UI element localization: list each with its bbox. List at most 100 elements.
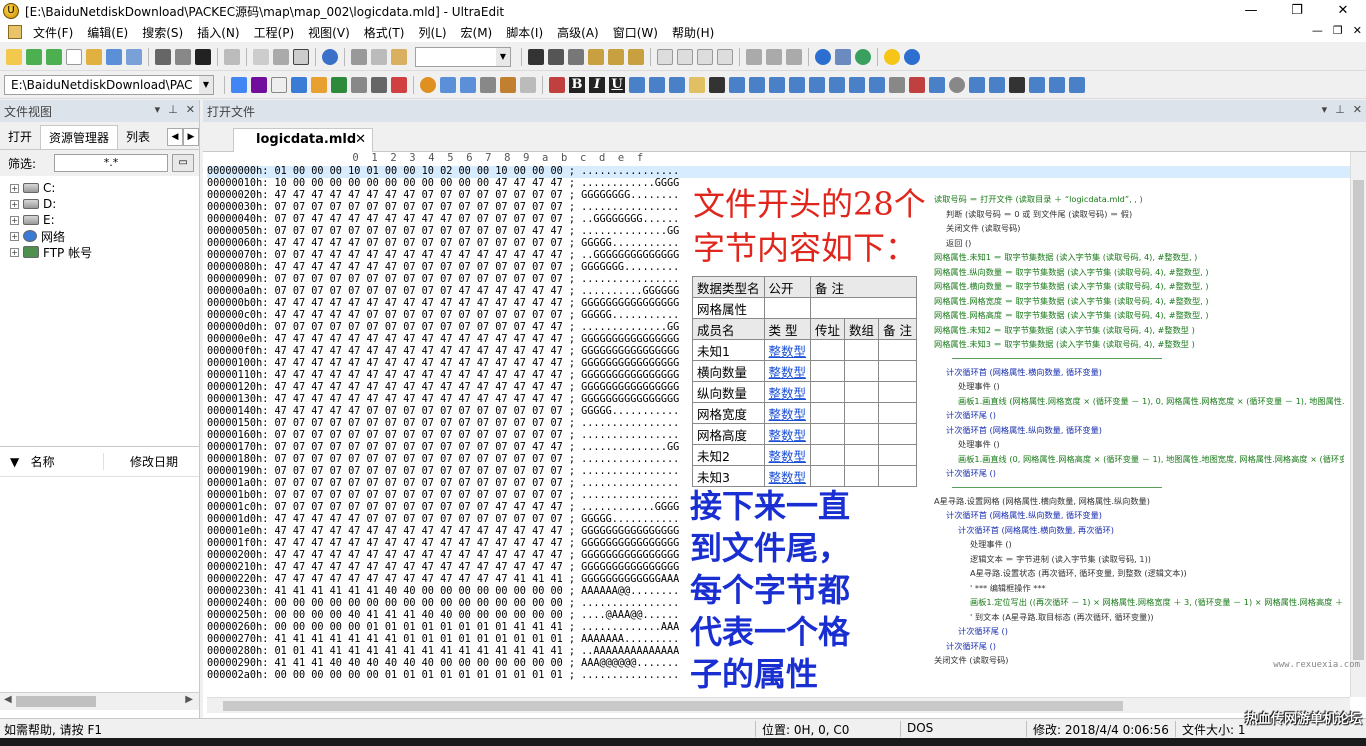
close-button[interactable]: ✕ [1320,0,1366,22]
scroll-thumb[interactable] [16,696,96,707]
style-icon[interactable] [1049,76,1065,93]
open-icon[interactable] [6,48,22,65]
perl-icon[interactable] [351,76,367,93]
save-icon[interactable] [106,48,122,65]
document-icon[interactable] [8,25,22,39]
anchor-icon[interactable] [1009,76,1025,93]
div-icon[interactable] [749,76,765,93]
replace-icon[interactable] [588,48,604,65]
indent-icon[interactable] [669,76,685,93]
button-icon[interactable] [869,76,885,93]
scroll-thumb[interactable] [1353,180,1364,660]
menu-search[interactable]: 搜索(S) [135,24,190,41]
doc-icon[interactable] [520,76,536,93]
hex-line[interactable]: 00000000h: 01 00 00 00 10 01 00 00 10 02… [207,166,1350,178]
image-icon[interactable] [480,76,496,93]
table-icon[interactable] [549,76,565,93]
expand-icon[interactable]: + [10,247,19,257]
tab-list[interactable]: 列表 [118,125,158,149]
font-icon[interactable] [195,48,211,65]
tip-icon[interactable] [884,48,900,65]
windows-icon[interactable] [391,76,407,93]
menu-window[interactable]: 窗口(W) [606,24,665,41]
list-icon[interactable] [629,76,645,93]
search-combo[interactable]: ▼ [415,46,511,67]
tree-item-c[interactable]: + C: [0,180,199,196]
chevron-down-icon[interactable]: ▼ [199,75,213,94]
doc-minimize-icon[interactable]: — [1312,24,1323,37]
checkbox-icon[interactable] [929,76,945,93]
paragraph-icon[interactable] [253,48,269,65]
color-picker-icon[interactable] [420,76,436,93]
hr-icon[interactable] [889,76,905,93]
google-search-icon[interactable] [231,76,247,93]
expand-icon[interactable]: + [10,199,19,209]
expand-icon[interactable]: + [10,231,19,241]
doc-close-icon[interactable]: ✕ [1353,24,1362,37]
copy-icon[interactable] [371,48,387,65]
script-icon[interactable] [1029,76,1045,93]
menu-column[interactable]: 列(L) [411,24,453,41]
chevron-down-icon[interactable]: ▼ [496,47,510,66]
settings-icon[interactable] [835,48,851,65]
back-icon[interactable] [26,48,42,65]
text-color-icon[interactable] [709,76,725,93]
justify-icon[interactable] [717,48,733,65]
align-left-icon[interactable] [657,48,673,65]
bold-icon[interactable]: B [569,76,585,93]
help-icon[interactable] [904,48,920,65]
replace-in-files-icon[interactable] [628,48,644,65]
scroll-left-icon[interactable]: ◀ [4,694,12,705]
find-in-files-icon[interactable] [608,48,624,65]
html-icon[interactable] [440,76,456,93]
frame-icon[interactable] [969,76,985,93]
ftp-icon[interactable] [322,48,338,65]
refresh-icon[interactable] [855,48,871,65]
column-mode-icon[interactable] [273,48,289,65]
underline-icon[interactable]: U [609,76,625,93]
vertical-scrollbar[interactable] [1350,152,1366,697]
pane-close-icon[interactable]: ✕ [1353,103,1362,116]
stop-icon[interactable] [909,76,925,93]
forward-icon[interactable] [46,48,62,65]
doc-restore-icon[interactable]: ❐ [1333,24,1343,37]
menu-format[interactable]: 格式(T) [357,24,412,41]
msdn-icon[interactable] [291,76,307,93]
scroll-thumb[interactable] [223,701,1123,711]
column-name[interactable]: ▼ 名称 [0,453,104,470]
pane-menu-icon[interactable]: ▾ [155,103,161,116]
python-icon[interactable] [371,76,387,93]
expand-icon[interactable]: + [10,215,19,225]
numbered-list-icon[interactable] [649,76,665,93]
scroll-right-icon[interactable]: ▶ [185,694,193,705]
print-icon[interactable] [155,48,171,65]
link-icon[interactable] [460,76,476,93]
browser-icon[interactable] [815,48,831,65]
menu-project[interactable]: 工程(P) [247,24,302,41]
maximize-button[interactable]: ❐ [1274,0,1320,22]
php-icon[interactable] [311,76,327,93]
align-center-icon[interactable] [677,48,693,65]
new-file-icon[interactable] [66,48,82,65]
filter-input[interactable]: *.* [54,154,169,172]
tab-explorer[interactable]: 资源管理器 [40,125,119,149]
menu-macro[interactable]: 宏(M) [454,24,500,41]
filter-folder-icon[interactable]: ▭ [172,154,195,172]
save-all-icon[interactable] [126,48,142,65]
tab-prev-icon[interactable]: ◀ [167,128,183,146]
menu-insert[interactable]: 插入(N) [190,24,246,41]
tab-logicdata[interactable]: logicdata.mld ✕ [233,128,373,152]
file-path-combo[interactable]: E:\BaiduNetdiskDownload\PAC ▼ [4,74,214,95]
tab-next-icon[interactable]: ▶ [183,128,199,146]
cut-icon[interactable] [351,48,367,65]
image-map-icon[interactable] [989,76,1005,93]
wikipedia-icon[interactable] [271,76,287,93]
pane-menu-icon[interactable]: ▾ [1322,103,1328,116]
meta-icon[interactable] [1069,76,1085,93]
menu-advanced[interactable]: 高级(A) [550,24,606,41]
italic-icon[interactable]: I [589,76,605,93]
find-next-icon[interactable] [548,48,564,65]
print-preview-icon[interactable] [175,48,191,65]
pin-icon[interactable]: ⊥ [1335,103,1345,116]
left-horizontal-scrollbar[interactable]: ◀ ▶ [0,692,199,710]
